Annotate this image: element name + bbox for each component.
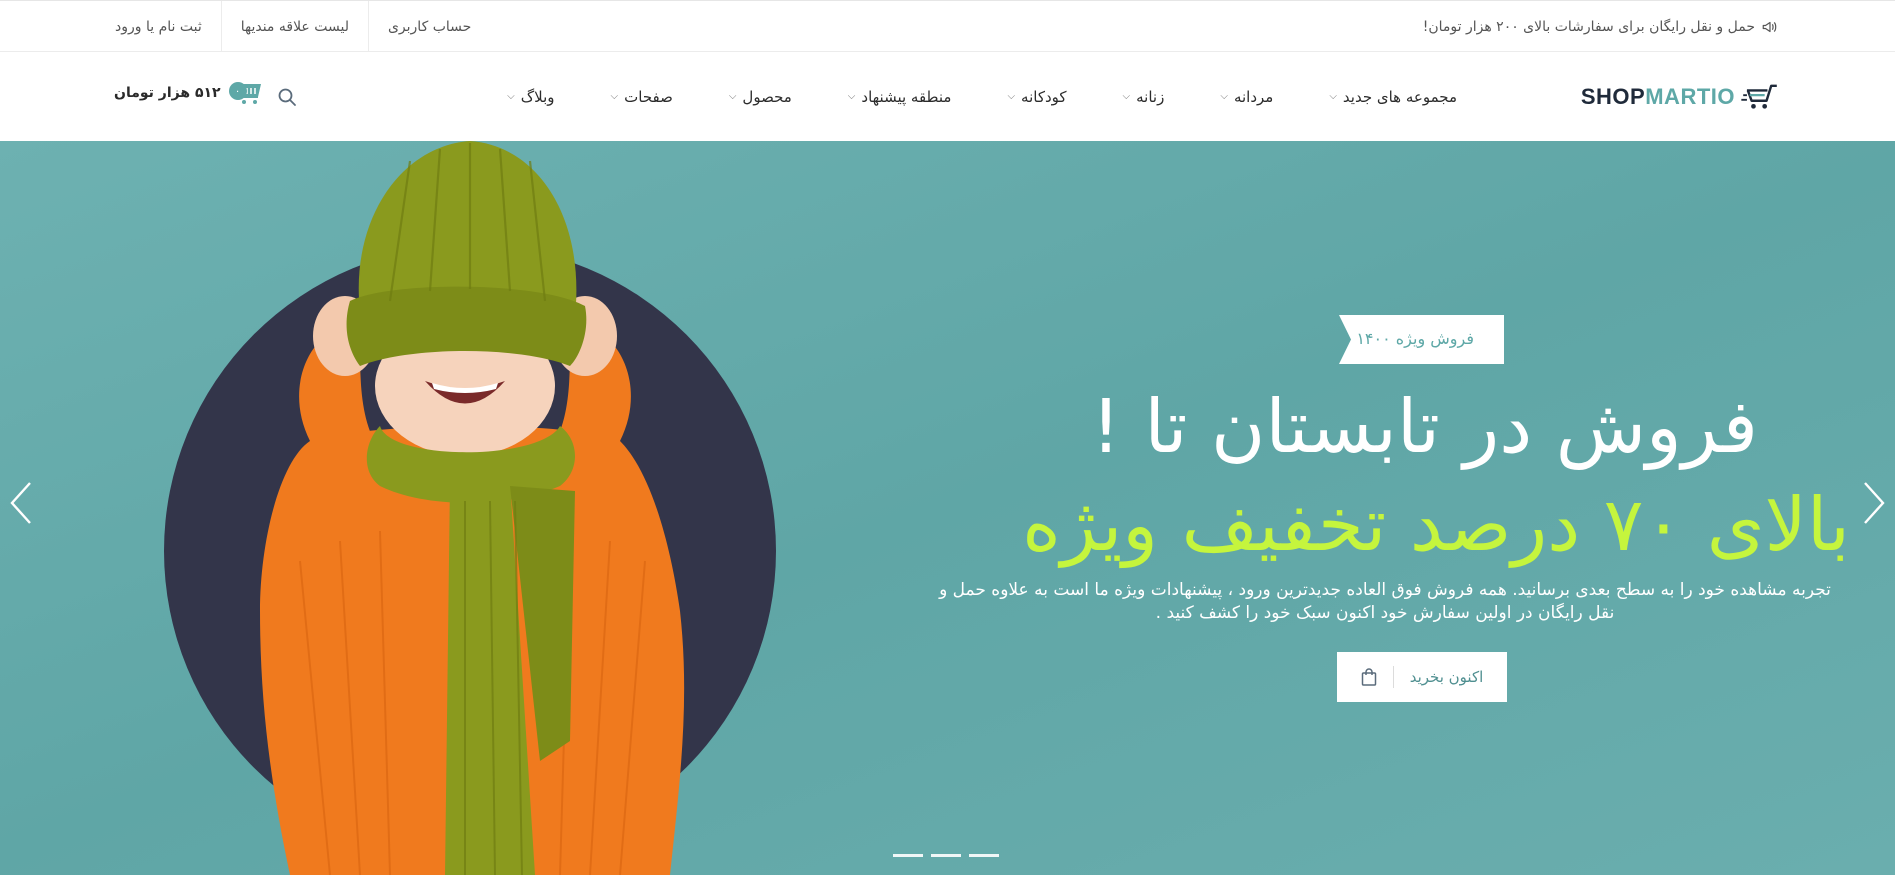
top-bar: حمل و نقل رایگان برای سفارشات بالای ۲۰۰ … bbox=[0, 0, 1895, 53]
chevron-down-icon: ⌵ bbox=[507, 91, 515, 102]
wishlist-link[interactable]: لیست علاقه مندیها bbox=[222, 1, 369, 53]
slider-dot-1[interactable] bbox=[893, 854, 923, 857]
shop-now-button[interactable]: اکنون بخرید bbox=[1337, 652, 1507, 702]
chevron-down-icon: ⌵ bbox=[1329, 91, 1337, 102]
chevron-down-icon: ⌵ bbox=[610, 91, 619, 102]
hero-kid-image bbox=[260, 141, 685, 875]
chevron-down-icon: ⌵ bbox=[847, 91, 856, 102]
logo-text-martio: MARTIO bbox=[1645, 84, 1735, 109]
nav-pages[interactable]: صفحات ⌵ bbox=[611, 88, 673, 106]
nav-label: وبلاگ bbox=[520, 87, 555, 106]
hero-subtitle: بالای ۷۰ درصد تخفیف ویژه bbox=[1022, 482, 1850, 568]
hero-sale-tag: فروش ویژه ۱۴۰۰ bbox=[1339, 315, 1504, 364]
nav-men[interactable]: مردانه ⌵ bbox=[1220, 88, 1273, 106]
chevron-down-icon: ⌵ bbox=[1220, 91, 1228, 102]
announcement: حمل و نقل رایگان برای سفارشات بالای ۲۰۰ … bbox=[1423, 1, 1779, 53]
announcement-text: حمل و نقل رایگان برای سفارشات بالای ۲۰۰ … bbox=[1422, 19, 1755, 35]
slider-prev-button[interactable] bbox=[6, 481, 36, 525]
chevron-down-icon: ⌵ bbox=[1007, 91, 1016, 102]
cart-logo-icon bbox=[1741, 84, 1777, 109]
hero-slider: فروش ویژه ۱۴۰۰ فروش در تابستان تا ! بالا… bbox=[0, 141, 1895, 875]
slider-dot-2[interactable] bbox=[931, 854, 961, 857]
hero-tag-text: فروش ویژه ۱۴۰۰ bbox=[1356, 329, 1474, 348]
megaphone-icon bbox=[1762, 21, 1777, 33]
search-icon bbox=[278, 88, 296, 106]
chevron-down-icon: ⌵ bbox=[1122, 91, 1131, 102]
nav-kids[interactable]: کودکانه ⌵ bbox=[1007, 88, 1066, 106]
nav-label: صفحات bbox=[624, 87, 673, 106]
site-logo[interactable]: SHOP MARTIO bbox=[1581, 82, 1779, 112]
mini-cart[interactable]: ۵۱۲ هزار تومان ۰ bbox=[114, 80, 263, 106]
main-header: SHOP MARTIO مجموعه های جدید ⌵ مردانه ⌵ زن… bbox=[0, 52, 1895, 141]
nav-offer-zone[interactable]: منطقه پیشنهاد ⌵ bbox=[848, 88, 952, 106]
search-button[interactable] bbox=[277, 87, 297, 107]
slider-pagination bbox=[893, 854, 999, 857]
chevron-right-icon bbox=[1864, 482, 1885, 524]
cart-total: ۵۱۲ هزار تومان bbox=[114, 85, 221, 101]
main-nav: مجموعه های جدید ⌵ مردانه ⌵ زنانه ⌵ کودکا… bbox=[507, 52, 1457, 141]
nav-new-collections[interactable]: مجموعه های جدید ⌵ bbox=[1329, 88, 1457, 106]
chevron-left-icon bbox=[10, 482, 31, 524]
hero-description: تجربه مشاهده خود را به سطح بعدی برسانید.… bbox=[939, 580, 1831, 623]
slider-dot-3[interactable] bbox=[969, 854, 999, 857]
chevron-down-icon: ⌵ bbox=[728, 91, 737, 102]
nav-label: کودکانه bbox=[1021, 87, 1067, 106]
account-links: ثبت نام یا ورود لیست علاقه مندیها حساب ک… bbox=[95, 1, 490, 53]
hero-title: فروش در تابستان تا ! bbox=[1091, 384, 1758, 470]
button-divider bbox=[1392, 666, 1394, 688]
nav-blog[interactable]: وبلاگ ⌵ bbox=[507, 88, 554, 106]
nav-product[interactable]: محصول ⌵ bbox=[729, 88, 792, 106]
cart-button[interactable]: ۰ bbox=[228, 80, 263, 106]
nav-label: زنانه bbox=[1136, 87, 1165, 106]
nav-label: مجموعه های جدید bbox=[1342, 87, 1457, 106]
nav-label: منطقه پیشنهاد bbox=[861, 87, 952, 106]
page: حمل و نقل رایگان برای سفارشات بالای ۲۰۰ … bbox=[0, 0, 1895, 875]
logo-text-shop: SHOP bbox=[1580, 84, 1646, 109]
nav-label: مردانه bbox=[1233, 87, 1274, 106]
shopping-bag-icon bbox=[1361, 668, 1376, 686]
my-account-link[interactable]: حساب کاربری bbox=[369, 1, 490, 53]
nav-women[interactable]: زنانه ⌵ bbox=[1123, 88, 1165, 106]
login-register-link[interactable]: ثبت نام یا ورود bbox=[95, 1, 222, 53]
nav-label: محصول bbox=[742, 87, 792, 106]
shop-now-label: اکنون بخرید bbox=[1409, 668, 1484, 686]
cart-count-badge: ۰ bbox=[228, 82, 247, 100]
slider-next-button[interactable] bbox=[1859, 481, 1889, 525]
